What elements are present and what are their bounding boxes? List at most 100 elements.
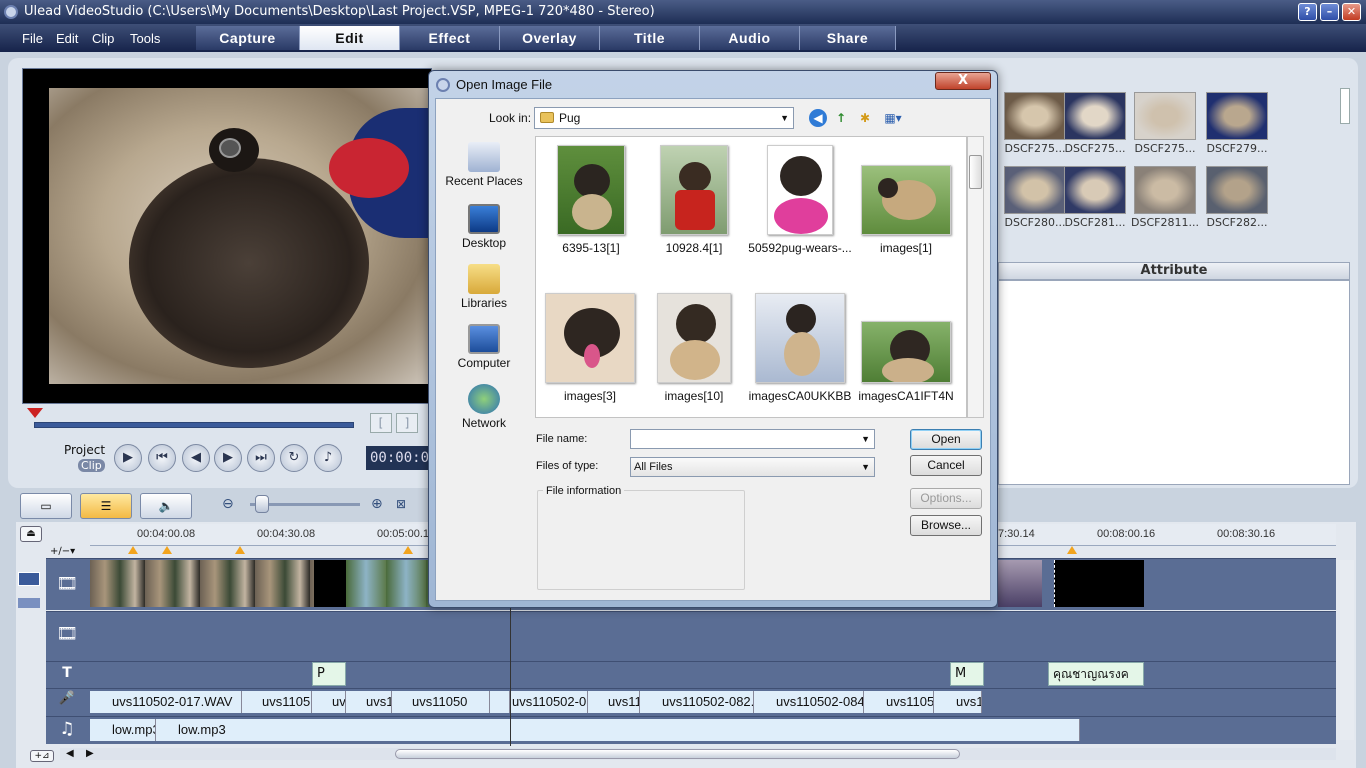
file-item[interactable]: images[10] — [649, 293, 739, 403]
cancel-button[interactable]: Cancel — [910, 455, 982, 476]
help-button[interactable]: ? — [1298, 3, 1317, 21]
view-menu-icon[interactable]: ▦▾ — [880, 109, 906, 127]
tab-effect[interactable]: Effect — [400, 26, 500, 50]
file-item[interactable]: images[1] — [854, 145, 958, 255]
skip-end-icon[interactable]: ⏭ — [247, 444, 275, 472]
fit-project-icon[interactable]: ⊠ — [396, 497, 406, 511]
chapter-marker[interactable] — [128, 546, 138, 554]
voice-clip-blank[interactable] — [490, 691, 510, 713]
audio-view-button[interactable]: 🔈 — [140, 493, 192, 519]
options-button[interactable]: Options... — [910, 488, 982, 509]
file-list[interactable]: 6395-13[1] 10928.4[1] 50592pug-wears-...… — [535, 136, 967, 418]
timeline-scroll-thumb[interactable] — [395, 749, 960, 759]
music-clip[interactable]: low.mp3 — [90, 719, 156, 741]
timeline-view-button[interactable]: ☰ — [80, 493, 132, 519]
previous-frame-icon[interactable]: ◀ — [182, 444, 210, 472]
open-button[interactable]: Open — [910, 429, 982, 450]
place-desktop[interactable]: Desktop — [444, 204, 524, 250]
video-clip-strip[interactable] — [90, 560, 314, 607]
place-network[interactable]: Network — [444, 384, 524, 430]
library-thumb[interactable] — [1134, 166, 1196, 214]
chapter-marker[interactable] — [235, 546, 245, 554]
storyboard-view-button[interactable]: ▭ — [20, 493, 72, 519]
timeline-vertical-scrollbar[interactable] — [1340, 560, 1354, 740]
attribute-tab[interactable]: Attribute — [998, 262, 1350, 280]
voice-clip[interactable]: uvs1105 — [242, 691, 312, 713]
music-clip[interactable]: low.mp3 — [156, 719, 1080, 741]
scroll-right-icon[interactable]: ▶ — [86, 748, 94, 759]
play-icon[interactable]: ▶ — [114, 444, 142, 472]
zoom-in-icon[interactable]: ⊕ — [371, 496, 383, 512]
clip-mode-label[interactable]: Clip — [78, 459, 105, 472]
menu-tools[interactable]: Tools — [130, 31, 160, 46]
dialog-close-button[interactable]: X — [935, 72, 991, 90]
tab-share[interactable]: Share — [800, 26, 896, 50]
track-options-icon[interactable] — [18, 598, 40, 608]
look-in-dropdown[interactable]: Pug ▼ — [534, 107, 794, 129]
file-item[interactable]: imagesCA1IFT4N — [854, 293, 958, 403]
menu-clip[interactable]: Clip — [92, 31, 114, 46]
voice-clip[interactable]: uvs1 — [346, 691, 392, 713]
timeline-zoom-icon[interactable]: +⊿ — [30, 750, 54, 762]
up-folder-icon[interactable]: ↑ — [832, 109, 850, 127]
file-type-select[interactable]: All Files ▼ — [630, 457, 875, 477]
zoom-slider-handle[interactable] — [255, 495, 269, 513]
file-item[interactable]: imagesCA0UKKBB — [748, 293, 852, 403]
mark-in-button[interactable]: [ — [370, 413, 392, 433]
ripple-edit-icon[interactable] — [18, 572, 40, 586]
voice-clip[interactable]: uvs110502-017.WAV — [90, 691, 242, 713]
chapter-marker[interactable] — [162, 546, 172, 554]
voice-clip[interactable]: uv — [312, 691, 346, 713]
volume-icon[interactable]: ♪ — [314, 444, 342, 472]
tab-capture[interactable]: Capture — [196, 26, 300, 50]
timecode-display[interactable]: 00:00:0 — [366, 446, 430, 470]
video-clip[interactable] — [998, 560, 1042, 607]
chapter-marker[interactable] — [403, 546, 413, 554]
library-scrollbar[interactable] — [1340, 88, 1350, 124]
place-libraries[interactable]: Libraries — [444, 264, 524, 310]
video-clip[interactable] — [346, 560, 430, 607]
repeat-icon[interactable]: ↻ — [280, 444, 308, 472]
title-clip[interactable]: M — [950, 662, 984, 686]
title-clip[interactable]: คุณชาญณรงค — [1048, 662, 1144, 686]
library-thumb[interactable] — [1064, 166, 1126, 214]
library-thumb[interactable] — [1004, 92, 1066, 140]
project-mode-label[interactable]: Project — [64, 443, 105, 457]
scroll-left-icon[interactable]: ◀ — [66, 748, 74, 759]
library-thumb[interactable] — [1206, 166, 1268, 214]
back-icon[interactable]: ◀ — [809, 109, 827, 127]
add-track-icon[interactable]: +∕−▾ — [50, 546, 75, 557]
voice-clip[interactable]: uvs110502-084 — [754, 691, 864, 713]
voice-clip[interactable]: uvs1 — [934, 691, 982, 713]
library-thumb[interactable] — [1004, 166, 1066, 214]
chapter-marker[interactable] — [1067, 546, 1077, 554]
browse-button[interactable]: Browse... — [910, 515, 982, 536]
library-thumb[interactable] — [1206, 92, 1268, 140]
place-computer[interactable]: Computer — [444, 324, 524, 370]
tab-overlay[interactable]: Overlay — [500, 26, 600, 50]
voice-clip[interactable]: uvs11 — [588, 691, 640, 713]
scrub-handle[interactable] — [27, 408, 43, 418]
file-item[interactable]: 6395-13[1] — [546, 145, 636, 255]
library-thumb[interactable] — [1134, 92, 1196, 140]
file-list-scroll-thumb[interactable] — [969, 155, 982, 189]
tab-audio[interactable]: Audio — [700, 26, 800, 50]
collapse-icon[interactable]: ⏏ — [20, 526, 42, 542]
video-clip[interactable] — [314, 560, 346, 607]
scrub-bar[interactable] — [34, 422, 354, 428]
next-frame-icon[interactable]: ▶ — [214, 444, 242, 472]
video-clip[interactable] — [1054, 560, 1144, 607]
voice-clip[interactable]: uvs110502-0 — [510, 691, 588, 713]
library-thumb[interactable] — [1064, 92, 1126, 140]
place-recent[interactable]: Recent Places — [444, 142, 524, 188]
file-item[interactable]: 50592pug-wears-... — [748, 145, 852, 255]
tab-edit[interactable]: Edit — [300, 26, 400, 50]
skip-start-icon[interactable]: ⏮ — [148, 444, 176, 472]
voice-clip[interactable]: uvs110502-082. — [640, 691, 754, 713]
file-name-input[interactable]: ▼ — [630, 429, 875, 449]
menu-edit[interactable]: Edit — [56, 31, 78, 46]
minimize-button[interactable]: – — [1320, 3, 1339, 21]
overlay-track[interactable] — [46, 611, 1336, 661]
file-item[interactable]: images[3] — [542, 293, 638, 403]
voice-clip[interactable]: uvs11050 — [392, 691, 490, 713]
